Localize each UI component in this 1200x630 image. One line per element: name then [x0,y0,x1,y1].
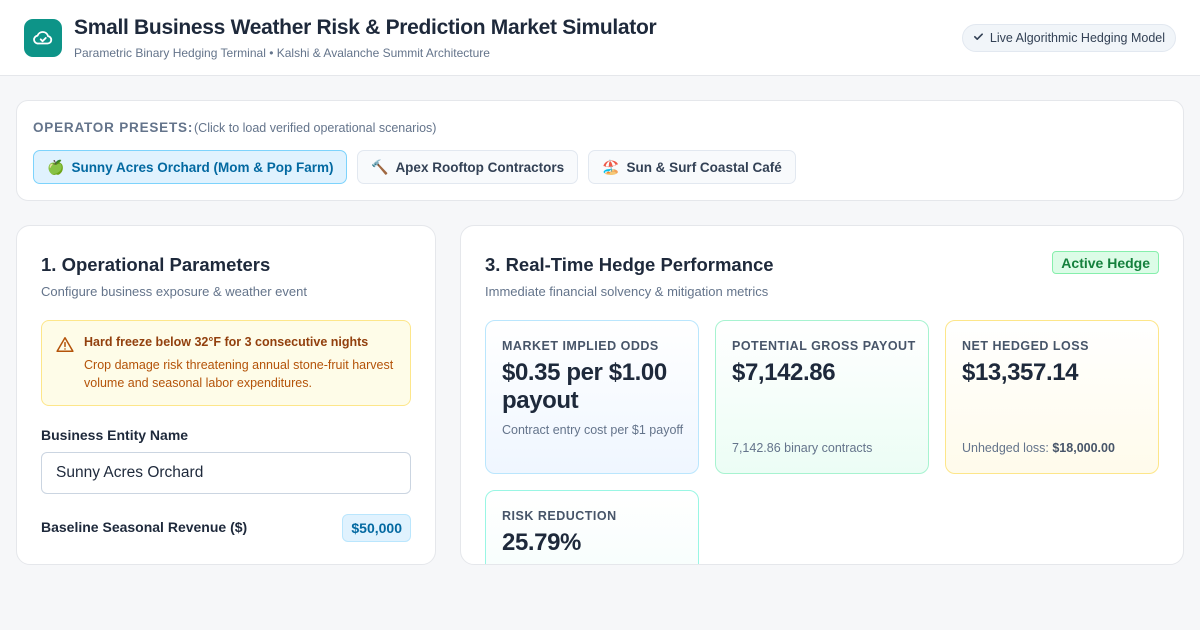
preset-label: Sunny Acres Orchard (Mom & Pop Farm) [71,159,334,175]
panel-title: 1. Operational Parameters [41,254,271,275]
preset-apex-rooftop-button[interactable]: 🔨 Apex Rooftop Contractors [357,150,579,184]
alert-title: Hard freeze below 32°F for 3 consecutive… [84,335,369,349]
gross-payout-card: POTENTIAL GROSS PAYOUT $7,142.86 7,142.8… [715,320,929,474]
preset-label: Sun & Surf Coastal Café [626,159,782,175]
risk-reduction-card: RISK REDUCTION 25.79% [485,490,699,564]
app-header: Small Business Weather Risk & Prediction… [0,0,1200,76]
weather-event-alert: Hard freeze below 32°F for 3 consecutive… [41,320,411,406]
operational-parameters-panel: 1. Operational Parameters Configure busi… [16,225,436,565]
revenue-label: Baseline Seasonal Revenue ($) [41,519,248,535]
hedge-performance-panel: 3. Real-Time Hedge Performance Immediate… [460,225,1184,565]
entity-name-input[interactable] [41,452,411,494]
live-model-badge: Live Algorithmic Hedging Model [961,24,1176,52]
cloud-icon [24,19,62,57]
entity-name-label: Business Entity Name [41,427,189,443]
net-hedged-loss-card: NET HEDGED LOSS $13,357.14 Unhedged loss… [945,320,1159,474]
active-hedge-badge: Active Hedge [1052,251,1159,274]
metric-label: POTENTIAL GROSS PAYOUT [732,339,916,353]
preset-sunny-acres-button[interactable]: 🍏 Sunny Acres Orchard (Mom & Pop Farm) [33,150,348,184]
presets-hint: (Click to load verified operational scen… [194,121,437,135]
revenue-value-badge: $50,000 [342,514,411,542]
app-title: Small Business Weather Risk & Prediction… [74,16,657,39]
warning-icon [56,336,74,358]
apple-icon: 🍏 [47,158,65,175]
alert-body: Crop damage risk threatening annual ston… [84,358,394,390]
metric-label: NET HEDGED LOSS [962,339,1089,353]
hammer-icon: 🔨 [371,158,389,175]
metric-note: Contract entry cost per $1 payoff [502,423,684,437]
metric-label: MARKET IMPLIED ODDS [502,339,659,353]
live-model-label: Live Algorithmic Hedging Model [989,31,1165,45]
metric-value: $7,142.86 [732,359,836,386]
unhedged-loss-value: $18,000.00 [1052,441,1115,455]
metric-label: RISK REDUCTION [502,509,617,523]
panel-title: 3. Real-Time Hedge Performance [485,254,774,275]
beach-icon: 🏖️ [602,158,620,175]
metric-value: $13,357.14 [962,359,1079,386]
presets-label: OPERATOR PRESETS: [33,120,194,135]
panel-subtitle: Configure business exposure & weather ev… [41,284,307,299]
app-subtitle: Parametric Binary Hedging Terminal • Kal… [74,46,490,60]
metric-value: 25.79% [502,529,581,556]
panel-subtitle: Immediate financial solvency & mitigatio… [485,284,769,299]
metric-note: 7,142.86 binary contracts [732,441,873,455]
check-icon [973,31,984,45]
preset-sun-surf-button[interactable]: 🏖️ Sun & Surf Coastal Café [588,150,796,184]
preset-label: Apex Rooftop Contractors [395,159,565,175]
operator-presets-card: OPERATOR PRESETS: (Click to load verifie… [16,100,1184,201]
metric-note: Unhedged loss: $18,000.00 [962,439,1146,457]
unhedged-loss-label: Unhedged loss: [962,441,1049,455]
market-odds-card: MARKET IMPLIED ODDS $0.35 per $1.00 payo… [485,320,699,474]
metric-value: $0.35 per $1.00 payout [502,359,667,414]
